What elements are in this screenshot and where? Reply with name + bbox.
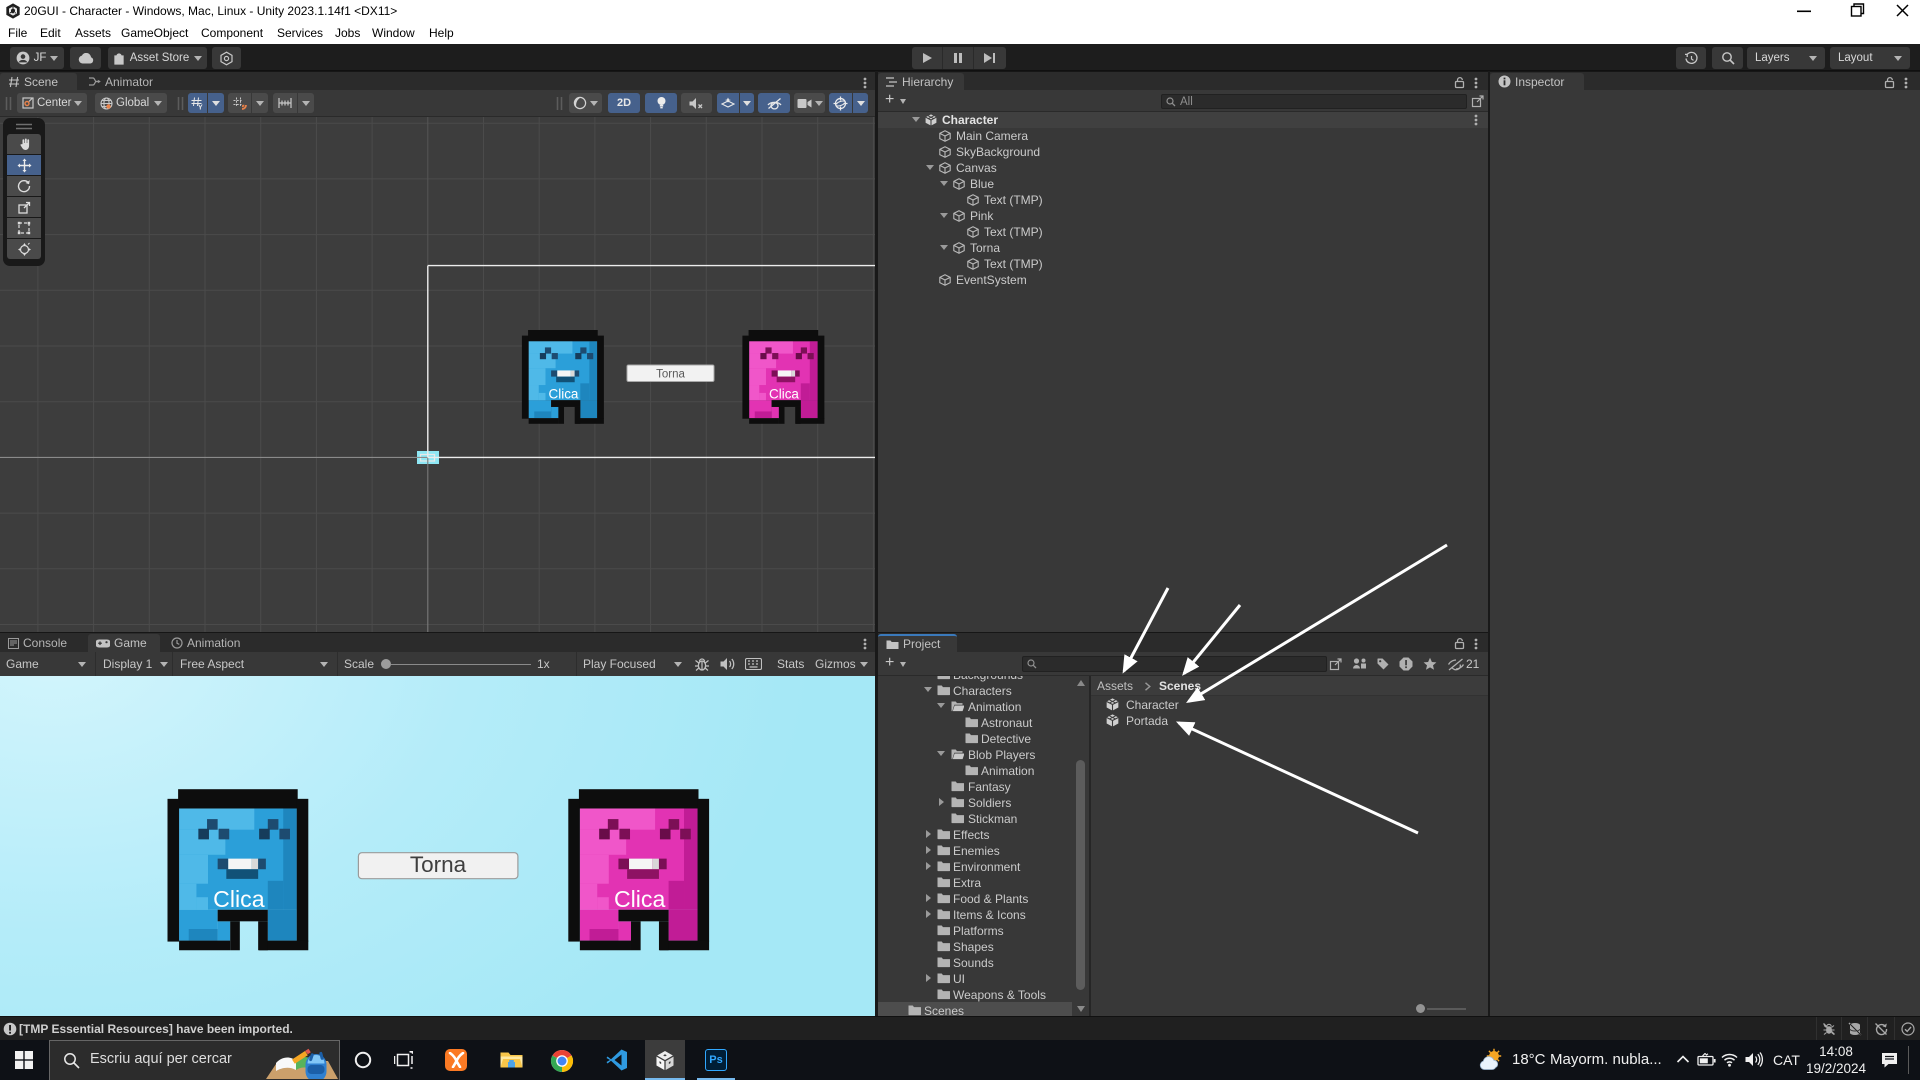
svg-text:Y: Y: [198, 104, 203, 110]
svg-text:Torna: Torna: [656, 369, 685, 381]
svg-text:Torna: Torna: [410, 852, 467, 877]
